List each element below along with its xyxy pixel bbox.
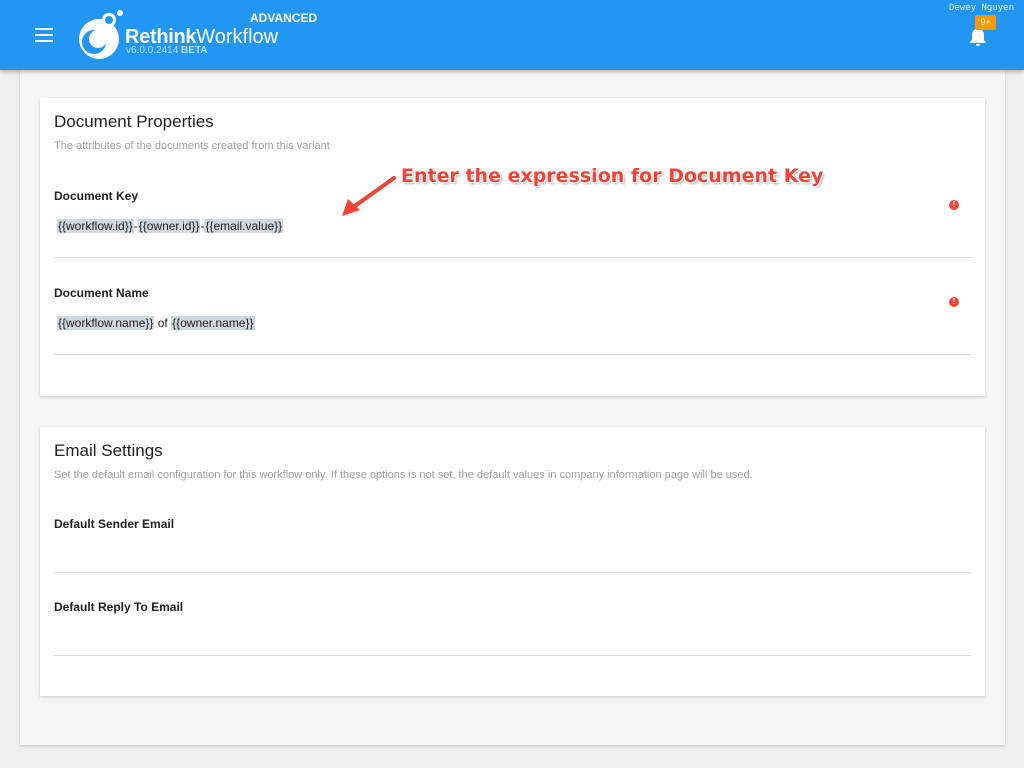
field-underline (54, 655, 971, 656)
card-subtitle: The attributes of the documents created … (54, 140, 330, 152)
card-subtitle: Set the default email configuration for … (54, 469, 753, 481)
expression-token[interactable]: {{workflow.name}} (57, 316, 155, 330)
default-sender-email-label: Default Sender Email (54, 517, 175, 531)
field-underline (54, 572, 971, 573)
document-key-input[interactable]: {{workflow.id}}-{{owner.id}}-{{email.val… (57, 219, 284, 233)
default-reply-to-email-input[interactable] (57, 628, 957, 648)
document-name-label: Document Name (54, 286, 149, 300)
email-settings-card: Email Settings Set the default email con… (40, 427, 985, 696)
expression-token[interactable]: {{workflow.id}} (57, 219, 134, 233)
brand-name-rest: Workflow (196, 26, 279, 48)
default-reply-to-email-label: Default Reply To Email (54, 600, 184, 614)
annotation-callout: Enter the expression for Document Key (401, 165, 824, 187)
expression-token[interactable]: {{email.value}} (204, 219, 284, 233)
default-sender-email-input[interactable] (57, 545, 957, 565)
document-name-input[interactable]: {{workflow.name}} of {{owner.name}} (57, 316, 255, 330)
document-key-label: Document Key (54, 189, 139, 203)
user-name[interactable]: Dewey Nguyen (949, 3, 1014, 13)
field-underline (54, 354, 971, 355)
card-title: Document Properties (54, 112, 214, 131)
edition-label: ADVANCED (250, 11, 318, 25)
app-bar: RethinkWorkflow v6.0.0.2414 BETA ADVANCE… (0, 0, 1024, 70)
expression-token[interactable]: {{owner.id}} (137, 219, 201, 233)
error-icon: ! (949, 297, 959, 307)
expression-token[interactable]: {{owner.name}} (171, 316, 255, 330)
version-label: v6.0.0.2414 BETA (126, 45, 208, 57)
annotation-arrow-icon (342, 176, 396, 216)
version-number: v6.0.0.2414 (126, 45, 179, 56)
error-icon: ! (949, 200, 959, 210)
literal-text: of (154, 316, 172, 330)
document-properties-card: Document Properties The attributes of th… (40, 98, 985, 396)
beta-label: BETA (181, 45, 208, 56)
card-title: Email Settings (54, 441, 163, 460)
notification-badge[interactable]: 9+ (975, 15, 996, 30)
menu-button[interactable] (30, 22, 58, 48)
field-underline (54, 257, 971, 258)
logo-icon[interactable] (76, 8, 124, 60)
menu-icon (35, 28, 53, 42)
